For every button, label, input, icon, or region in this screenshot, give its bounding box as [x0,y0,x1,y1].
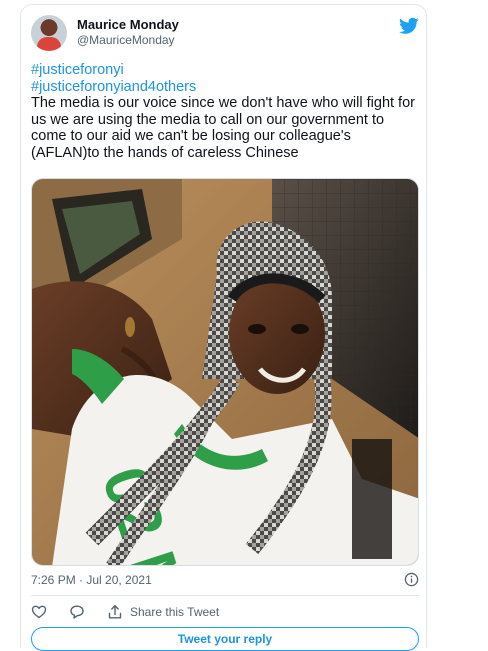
tweet-actions: Share this Tweet [31,603,419,621]
info-icon[interactable] [404,572,419,587]
tweet-header: Maurice Monday @MauriceMonday [31,15,419,55]
author-handle[interactable]: @MauriceMonday [77,33,175,47]
twitter-bird-icon[interactable] [399,17,419,35]
photo-image: 02 M [32,179,418,565]
tweet-card: Maurice Monday @MauriceMonday #justicefo… [20,4,427,651]
author-display-name[interactable]: Maurice Monday [77,17,179,32]
share-button[interactable]: Share this Tweet [107,603,219,621]
tweet-body: #justiceforonyi #justiceforonyiand4other… [31,62,421,161]
share-icon [108,605,122,619]
avatar-shirt [37,37,61,51]
tweet-meta: 7:26 PM · Jul 20, 2021 [31,572,419,589]
tweet-photo[interactable]: 02 M [31,178,419,566]
author-avatar[interactable] [31,15,67,51]
tweet-your-reply-button[interactable]: Tweet your reply [31,627,419,651]
comment-icon [70,605,84,619]
action-divider [31,595,419,596]
hashtag-link[interactable]: #justiceforonyiand4others [31,79,421,96]
hashtag-link[interactable]: #justiceforonyi [31,62,421,79]
share-label: Share this Tweet [130,605,220,619]
tweet-text: The media is our voice since we don't ha… [31,95,415,161]
reply-button-label: Tweet your reply [177,632,273,646]
reply-button[interactable] [69,603,85,621]
tweet-timestamp[interactable]: 7:26 PM · Jul 20, 2021 [31,573,152,587]
heart-icon [31,605,47,619]
like-button[interactable] [31,603,47,621]
